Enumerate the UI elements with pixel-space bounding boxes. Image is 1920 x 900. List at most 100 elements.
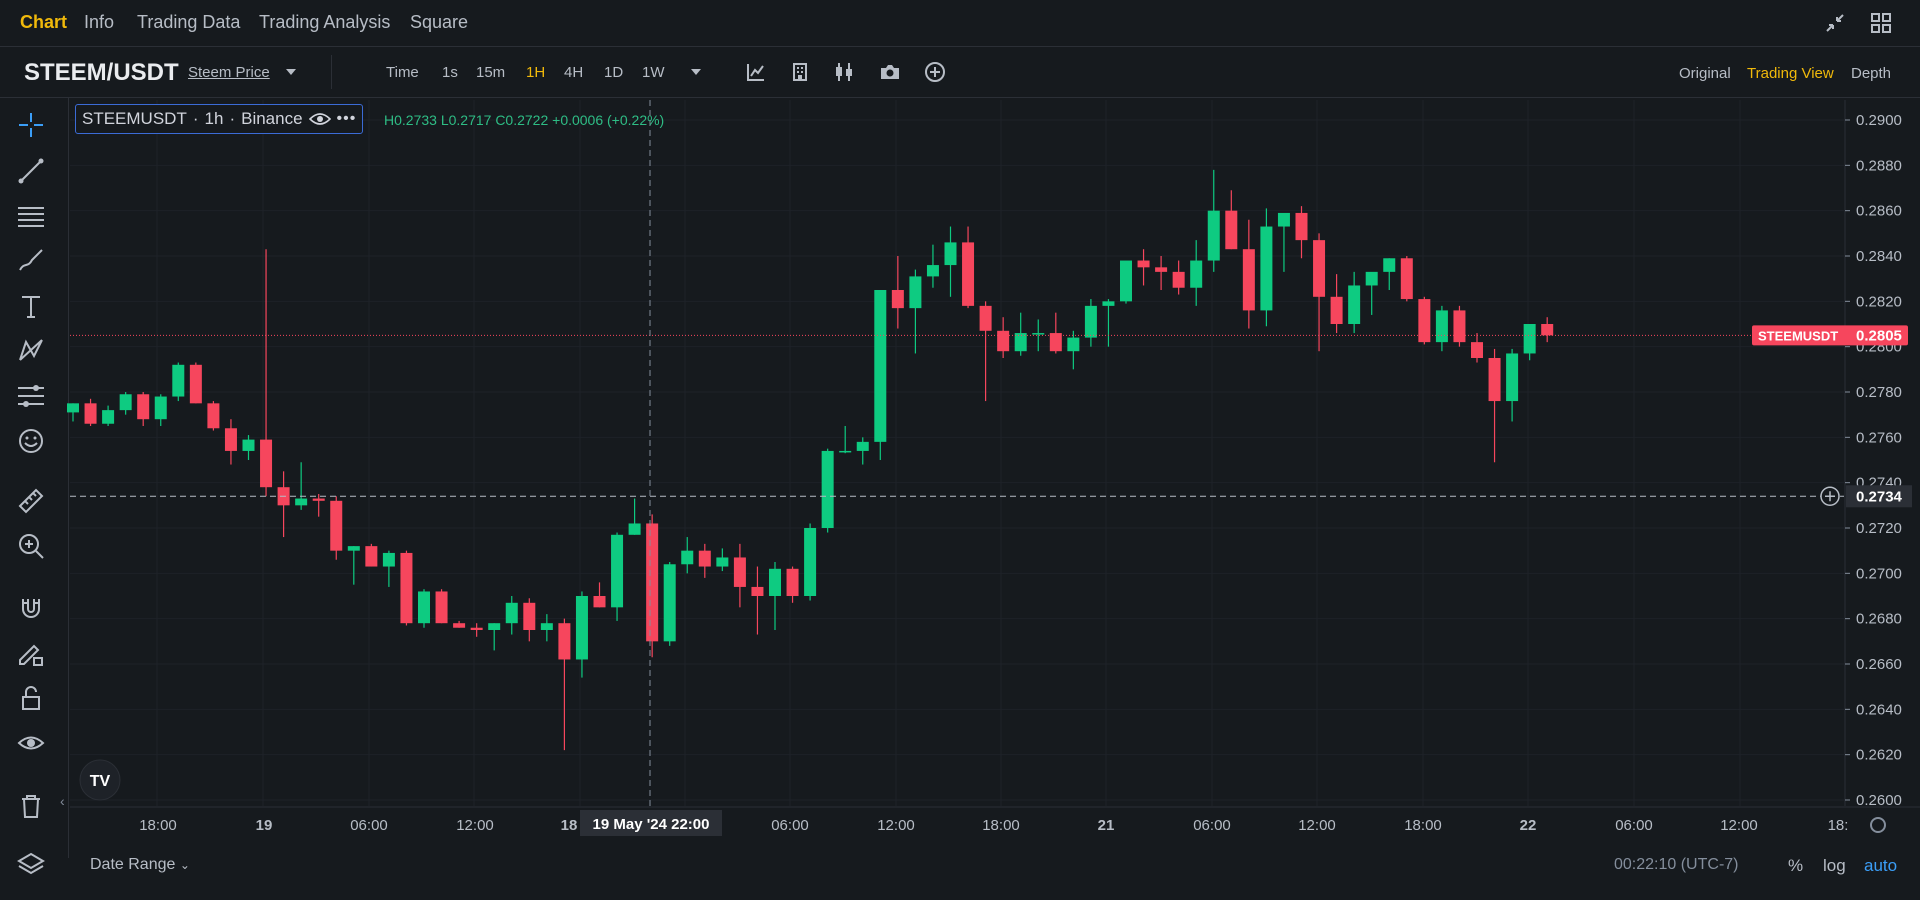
candle-body: [84, 403, 97, 424]
candle-body: [207, 403, 220, 429]
candle-body: [1400, 258, 1413, 300]
more-options-icon[interactable]: •••: [337, 110, 357, 128]
candle-body: [1541, 324, 1554, 336]
candle-body: [681, 550, 694, 565]
candle-body: [646, 523, 659, 642]
candle-body: [1172, 271, 1185, 288]
candle-body: [1471, 342, 1483, 358]
candle-body: [224, 428, 237, 451]
time-tick-label: 22: [1520, 817, 1537, 834]
candle-body: [575, 596, 588, 660]
candle-body: [1225, 210, 1238, 250]
candle-body: [1277, 212, 1290, 227]
candle-body: [1067, 337, 1080, 352]
candle-body: [593, 596, 606, 608]
chevron-down-icon: ⌄: [179, 858, 190, 872]
last-price-symbol: STEEMUSDT: [1758, 328, 1838, 343]
chart-legend[interactable]: STEEMUSDT · 1h · Binance •••: [75, 104, 364, 134]
time-tick-label: 18:00: [1404, 817, 1442, 834]
candle-body: [154, 396, 167, 420]
time-tick-label: 21: [1098, 817, 1115, 834]
price-tick-label: 0.2780: [1856, 384, 1902, 401]
candle-body: [470, 627, 483, 630]
candle-body: [1313, 240, 1326, 297]
price-tick-label: 0.2720: [1856, 520, 1902, 537]
legend-dot: ·: [192, 109, 199, 128]
ohlc-values: H0.2733 L0.2717 C0.2722 +0.0006 (+0.22%): [384, 112, 665, 128]
candle-body: [1032, 333, 1045, 335]
candle-body: [102, 410, 115, 424]
candle-body: [1506, 353, 1519, 402]
time-tick-label: 06:00: [1615, 817, 1653, 834]
candle-body: [435, 591, 448, 624]
time-tick-label: 18:00: [139, 817, 177, 834]
utc-clock: 00:22:10 (UTC-7): [1614, 856, 1739, 873]
candle-body: [1102, 301, 1115, 306]
time-tick-label: 06:00: [1193, 817, 1231, 834]
candle-body: [1120, 260, 1132, 302]
price-tick-label: 0.2880: [1856, 157, 1902, 174]
candle-body: [1488, 358, 1501, 402]
price-tick-label: 0.2600: [1856, 792, 1902, 809]
crosshair-time-label: 19 May '24 22:00: [593, 816, 710, 833]
price-tick-label: 0.2660: [1856, 656, 1902, 673]
price-chart[interactable]: 0.29000.28800.28600.28400.28200.28000.27…: [0, 0, 1920, 900]
candle-body: [786, 568, 799, 596]
price-tick-label: 0.2900: [1856, 112, 1902, 129]
candle-body: [540, 623, 553, 630]
settings-gear-icon: [1870, 817, 1886, 833]
candle-body: [997, 330, 1010, 352]
candle-body: [418, 591, 430, 624]
candle-body: [979, 305, 992, 331]
tradingview-logo-text: TV: [90, 773, 111, 790]
candle-body: [1207, 210, 1220, 261]
candle-body: [347, 546, 360, 551]
price-tick-label: 0.2680: [1856, 611, 1902, 628]
candle-body: [172, 364, 185, 397]
legend-symbol: STEEMUSDT: [82, 109, 187, 128]
candle-body: [365, 546, 378, 567]
legend-dot: ·: [229, 109, 236, 128]
candle-body: [962, 242, 975, 306]
candle-body: [909, 276, 922, 309]
candle-body: [1383, 258, 1396, 272]
candle-body: [926, 265, 939, 277]
time-tick-label: 19: [256, 817, 273, 834]
time-tick-label: 12:00: [1720, 817, 1758, 834]
candle-body: [1453, 310, 1466, 343]
crosshair-price-label: 0.2734: [1856, 488, 1903, 505]
candle-body: [242, 439, 255, 451]
candle-body: [382, 552, 395, 567]
percent-toggle[interactable]: %: [1788, 856, 1803, 876]
candle-body: [751, 586, 764, 596]
candle-body: [856, 441, 869, 451]
date-range-button[interactable]: Date Range ⌄: [90, 856, 190, 874]
candle-body: [330, 500, 343, 551]
candle-body: [312, 498, 325, 501]
auto-toggle[interactable]: auto: [1864, 856, 1897, 876]
price-tick-label: 0.2700: [1856, 565, 1902, 582]
candle-body: [1348, 285, 1361, 324]
candle-body: [119, 394, 132, 411]
price-tick-label: 0.2860: [1856, 203, 1902, 220]
candle-body: [67, 403, 79, 413]
log-toggle[interactable]: log: [1823, 856, 1846, 876]
visibility-eye-icon[interactable]: [308, 111, 331, 127]
candle-body: [1155, 267, 1168, 272]
candle-body: [295, 498, 308, 506]
candle-body: [260, 439, 273, 488]
time-tick-label: 06:00: [350, 817, 388, 834]
candle-body: [453, 623, 466, 628]
candle-body: [611, 534, 624, 608]
candle-body: [663, 564, 676, 642]
time-tick-label: 12:00: [456, 817, 494, 834]
candle-body: [1365, 271, 1378, 286]
price-tick-label: 0.2840: [1856, 248, 1902, 265]
candle-body: [891, 290, 904, 309]
time-tick-label: 06:00: [771, 817, 809, 834]
price-tick-label: 0.2640: [1856, 701, 1902, 718]
price-tick-label: 0.2820: [1856, 293, 1902, 310]
candle-body: [400, 552, 413, 624]
candle-body: [1523, 324, 1536, 354]
candle-body: [716, 557, 729, 567]
